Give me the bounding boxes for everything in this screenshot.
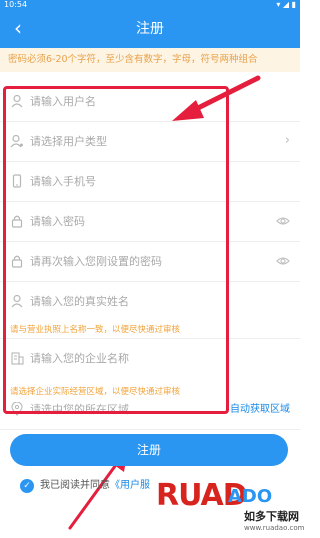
password-notice: 密码必须6-20个字符，至少含有数字，字母，符号两种组合 xyxy=(0,48,300,72)
status-bar: 10:54 ▾ ◢ ▮ xyxy=(0,0,300,10)
watermark-cn: 如多下载网 xyxy=(244,510,299,523)
watermark-url: www.ruadao.com xyxy=(244,524,305,532)
page-title: 注册 xyxy=(136,21,164,37)
watermark-ado: ADO xyxy=(228,486,273,507)
register-button[interactable]: 注册 xyxy=(10,434,288,466)
user-agreement-link[interactable]: 《用户服 xyxy=(110,480,150,491)
ruadado-watermark: RUAD ADO 如多下载网 www.ruadao.com xyxy=(156,478,304,538)
agreement-text: 我已阅读并同意《用户服 xyxy=(40,477,150,495)
agreement-label: 我已阅读并同意 xyxy=(40,480,110,491)
auto-region-button[interactable]: 自动获取区域 xyxy=(230,390,290,430)
app-header: ‹ 注册 xyxy=(0,10,300,48)
annotation-frame xyxy=(3,86,229,414)
eye-icon[interactable] xyxy=(276,214,290,232)
agree-checkbox[interactable]: ✓ xyxy=(20,479,34,493)
chevron-right-icon: › xyxy=(284,133,290,148)
status-indicators: ▾ ◢ ▮ xyxy=(276,0,296,9)
eye-icon[interactable] xyxy=(276,254,290,272)
status-time: 10:54 xyxy=(4,0,28,9)
